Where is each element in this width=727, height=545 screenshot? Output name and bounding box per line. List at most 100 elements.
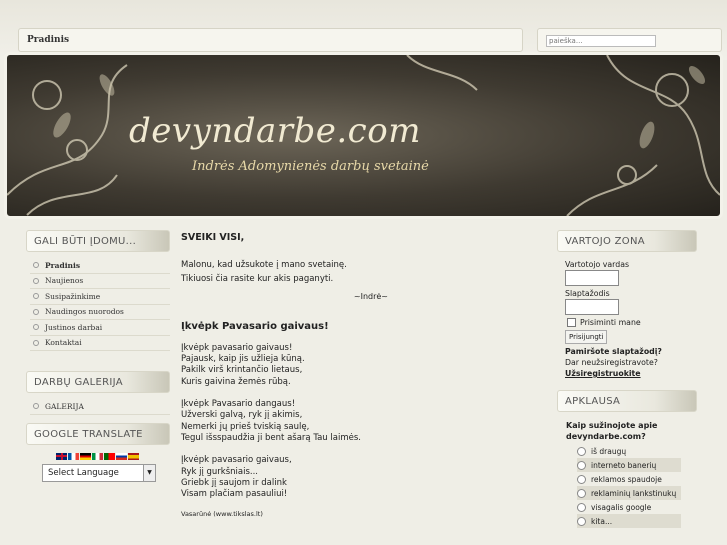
poll-option-label: reklamos spaudoje: [591, 474, 662, 484]
poem-line: Pajausk, kaip jis užlieja kūną.: [181, 354, 305, 365]
radio-icon[interactable]: [577, 488, 586, 498]
poem-line: Įkvėpk pavasario gaivaus!: [181, 342, 293, 353]
flag-es-icon[interactable]: [128, 452, 139, 460]
radio-icon[interactable]: [577, 446, 586, 456]
intro-line-1: Malonu, kad užsukote į mano svetainę.: [181, 260, 347, 270]
poem-line: Kuris gaivina žemės rūbą.: [181, 376, 291, 387]
forgot-password-link[interactable]: Pamiršote slaptažodį?: [565, 347, 697, 356]
login-form: Vartotojo vardas Slaptažodis Prisiminti …: [557, 252, 697, 378]
chevron-down-icon: ▼: [143, 464, 155, 481]
site-title: devyndarbe.com: [129, 111, 421, 151]
bullet-icon: [33, 293, 39, 300]
poem-credit: Vasarūnė (www.tikslas.lt): [181, 510, 263, 519]
radio-icon[interactable]: [577, 474, 586, 484]
welcome-heading: SVEIKI VISI,: [181, 232, 245, 243]
search-bar: [537, 28, 722, 52]
poll-question: Kaip sužinojote apie devyndarbe.com?: [566, 421, 658, 441]
remember-row: Prisiminti mane: [567, 318, 697, 327]
menu-item-galerija[interactable]: GALERIJA: [30, 399, 170, 415]
login-button[interactable]: Prisijungti: [565, 330, 608, 344]
radio-icon[interactable]: [577, 460, 586, 470]
signature: ~Indrė~: [353, 291, 388, 301]
poll-option-label: interneto banerių: [591, 460, 657, 470]
breadcrumb[interactable]: Pradinis: [27, 35, 69, 45]
poem-stanza-3: Įkvėpk pavasario gaivaus, Ryk jį gurkšni…: [181, 455, 546, 500]
left-sidebar: GALI BŪTI ĮDOMU... Pradinis Naujienos Su…: [26, 230, 170, 482]
password-field[interactable]: [565, 299, 619, 315]
poem-stanza-1: Įkvėpk pavasario gaivaus! Pajausk, kaip …: [181, 343, 546, 388]
poem-stanza-2: Įkvėpk Pavasario dangaus! Užverski galvą…: [181, 399, 546, 444]
menu-item-label: Kontaktai: [45, 338, 82, 348]
menu-heading: GALI BŪTI ĮDOMU...: [26, 230, 170, 252]
right-sidebar: VARTOJO ZONA Vartotojo vardas Slaptažodi…: [557, 230, 697, 528]
menu-item-susipazinkime[interactable]: Susipažinkime: [30, 289, 170, 305]
flag-pt-icon[interactable]: [104, 452, 115, 460]
poll-option[interactable]: visagalis google: [577, 500, 681, 514]
poll-option[interactable]: kita...: [577, 514, 681, 528]
radio-icon[interactable]: [577, 516, 586, 526]
bullet-icon: [33, 308, 39, 315]
poll-option-label: reklaminių lankstinukų: [591, 488, 677, 498]
bullet-icon: [33, 339, 39, 346]
flag-gb-icon[interactable]: [56, 452, 67, 460]
breadcrumb-bar: Pradinis: [18, 28, 523, 52]
intro-line-2: Tikiuosi čia rasite kur akis paganyti.: [181, 274, 334, 285]
menu-item-label: GALERIJA: [45, 401, 84, 411]
search-input[interactable]: [546, 35, 656, 47]
poem-line: Užverski galvą, ryk jį akimis,: [181, 410, 303, 421]
register-link[interactable]: Užsiregistruokite: [565, 369, 697, 378]
menu-item-label: Justinos darbai: [45, 322, 103, 332]
poll-option[interactable]: reklamos spaudoje: [577, 472, 681, 486]
poem-line: Įkvėpk Pavasario dangaus!: [181, 399, 296, 410]
remember-label: Prisiminti mane: [580, 318, 641, 327]
menu-item-justinos-darbai[interactable]: Justinos darbai: [30, 320, 170, 336]
flag-it-icon[interactable]: [92, 452, 103, 460]
poem-line: Griebk jį saujom ir dalink: [181, 477, 287, 488]
poll-option[interactable]: iš draugų: [577, 444, 681, 458]
poll-heading: APKLAUSA: [557, 390, 697, 412]
poem-line: Pakilk virš krintančio lietaus,: [181, 365, 303, 376]
poem-line: Nemerki jų prieš tviskią saulę,: [181, 421, 310, 432]
login-heading: VARTOJO ZONA: [557, 230, 697, 252]
password-label: Slaptažodis: [565, 289, 610, 298]
remember-checkbox[interactable]: [567, 318, 576, 327]
username-field[interactable]: [565, 270, 619, 286]
menu-item-label: Naudingos nuorodos: [45, 307, 124, 317]
menu-item-label: Susipažinkime: [45, 291, 101, 301]
poll-option-label: iš draugų: [591, 446, 627, 456]
bullet-icon: [33, 277, 39, 284]
flag-de-icon[interactable]: [80, 452, 91, 460]
username-label: Vartotojo vardas: [565, 260, 630, 269]
poll-option-label: kita...: [591, 516, 613, 526]
gallery-heading: DARBŲ GALERIJA: [26, 371, 170, 393]
poem-line: Įkvėpk pavasario gaivaus,: [181, 455, 292, 466]
menu-item-nuorodos[interactable]: Naudingos nuorodos: [30, 305, 170, 320]
main-content: SVEIKI VISI, Malonu, kad užsukote į mano…: [181, 232, 546, 521]
poem-title: Įkvėpk Pavasario gaivaus!: [181, 320, 329, 332]
poll-option-label: visagalis google: [591, 502, 652, 512]
not-registered-text: Dar neužsiregistravote?: [565, 358, 658, 367]
flag-fr-icon[interactable]: [68, 452, 79, 460]
poem-line: Tegul išsspaudžia ji bent ašarą Tau laim…: [181, 432, 361, 443]
bullet-icon: [33, 403, 39, 410]
poll-option[interactable]: reklaminių lankstinukų: [577, 486, 681, 500]
flag-row: [56, 452, 170, 460]
poll-option[interactable]: interneto banerių: [577, 458, 681, 472]
bullet-icon: [33, 324, 39, 331]
bullet-icon: [33, 262, 39, 269]
gallery-menu: GALERIJA: [30, 399, 170, 415]
menu-item-label: Naujienos: [45, 276, 84, 286]
radio-icon[interactable]: [577, 502, 586, 512]
language-select[interactable]: Select Language ▼: [42, 463, 156, 482]
poem-line: Ryk jį gurkšniais...: [181, 466, 259, 477]
menu-item-pradinis[interactable]: Pradinis: [30, 258, 170, 274]
main-menu: Pradinis Naujienos Susipažinkime Nauding…: [30, 258, 170, 351]
menu-item-kontaktai[interactable]: Kontaktai: [30, 336, 170, 351]
poem-line: Visam plačiam pasauliui!: [181, 489, 288, 500]
menu-item-label: Pradinis: [45, 260, 81, 270]
flag-ru-icon[interactable]: [116, 452, 127, 460]
menu-item-naujienos[interactable]: Naujienos: [30, 274, 170, 289]
language-select-value: Select Language: [48, 467, 119, 478]
site-banner: devyndarbe.com Indrės Adomynienės darbų …: [4, 52, 723, 219]
translate-heading: GOOGLE TRANSLATE: [26, 422, 170, 445]
